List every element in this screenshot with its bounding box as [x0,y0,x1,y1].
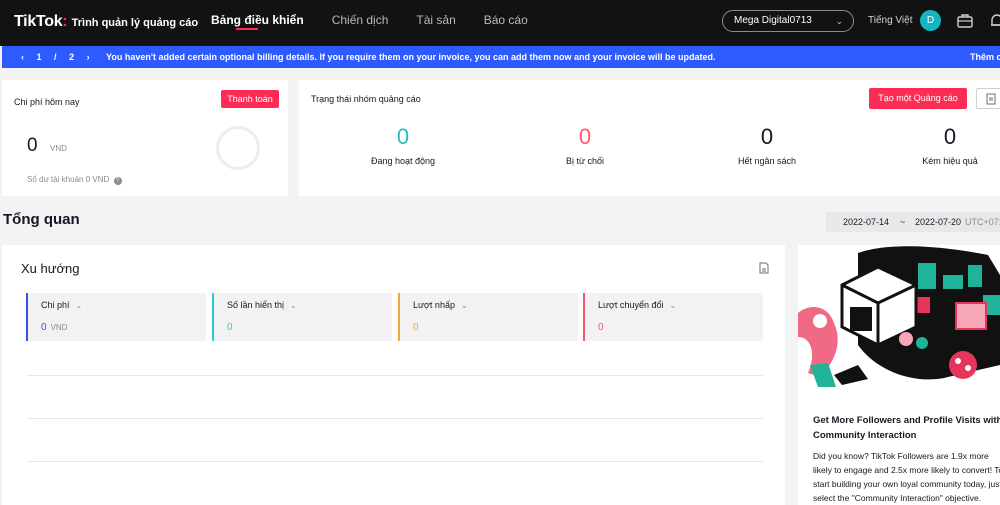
nav-assets[interactable]: Tài sản [416,0,455,46]
metric-impressions-value: 0 [227,322,233,333]
status-underperforming-count: 0 [943,124,957,149]
brand-name: TikTok [14,13,63,30]
today-cost-unit: VND [50,144,67,153]
chevron-down-icon: ⌄ [460,301,468,310]
status-out-of-budget[interactable]: 0 Hết ngân sách [707,124,827,166]
top-navigation-bar: TikTok : Trình quản lý quảng cáo Bảng đi… [0,0,1000,46]
metric-cost-number: 0 [41,322,47,333]
overview-title: Tổng quan [3,211,80,228]
trend-card: Xu hướng Chi phí ⌄ 0 VND Số lần hiển thị ⌄ … [2,245,785,505]
language-selector[interactable]: Tiếng Việt [868,15,912,26]
chevron-left-icon[interactable]: ‹ [21,52,24,62]
banner-pager: ‹ 1 / 2 › [16,46,95,68]
account-selector[interactable]: Mega Digital0713 ⌄ [722,10,854,32]
date-end: 2022-07-20 [915,217,962,227]
notification-bell-icon[interactable] [988,12,1000,30]
status-rejected-label: Bị từ chối [565,156,605,166]
status-rejected[interactable]: 0 Bị từ chối [525,124,645,166]
briefcase-icon[interactable] [956,12,974,30]
metric-impressions-name: Số lần hiển thị [227,300,285,310]
status-active-count: 0 [396,124,410,149]
page-total: 2 [69,52,75,62]
metric-clicks-name: Lượt nhấp [413,300,455,310]
create-ad-button[interactable]: Tạo một Quảng cáo [869,88,967,109]
billing-notice-banner: ‹ 1 / 2 › You haven't added certain opti… [2,46,1000,68]
metric-clicks[interactable]: Lượt nhấp ⌄ 0 [398,293,578,341]
status-out-of-budget-count: 0 [760,124,774,149]
promo-illustration [798,245,1000,390]
timezone: UTC+07:0 [965,217,1000,227]
status-out-of-budget-label: Hết ngân sách [737,156,797,166]
main-nav: Bảng điều khiển Chiến dịch Tài sản Báo c… [211,0,556,46]
date-separator: ~ [900,217,906,227]
community-illustration [798,245,1000,390]
download-report-icon[interactable] [758,262,770,274]
account-balance-text: Số dư tài khoản 0 VND [27,175,110,184]
brand-subtitle: Trình quản lý quảng cáo [71,17,199,29]
status-active-label: Đang hoạt động [370,156,436,166]
ad-group-status-title: Trạng thái nhóm quảng cáo [311,94,421,104]
pay-button[interactable]: Thanh toán [221,90,279,108]
banner-message: You haven't added certain optional billi… [106,52,716,62]
metric-impressions[interactable]: Số lần hiển thị ⌄ 0 [212,293,392,341]
chevron-right-icon[interactable]: › [87,52,90,62]
avatar[interactable]: D [920,10,941,31]
status-underperforming-label: Kém hiệu quả [922,156,978,166]
page-current: 1 [36,52,42,62]
metric-cost[interactable]: Chi phí ⌄ 0 VND [26,293,206,341]
metric-cost-unit: VND [50,323,68,332]
nav-campaigns[interactable]: Chiến dịch [332,0,389,46]
promo-body: Did you know? TikTok Followers are 1.9x … [813,451,1000,503]
today-cost-value: 0 [27,135,38,156]
brand-dot: : [62,13,68,30]
status-active[interactable]: 0 Đang hoạt động [343,124,463,166]
help-icon[interactable]: ? [113,177,122,185]
banner-add-link[interactable]: Thêm ch [970,46,1000,68]
metric-conversions-name: Lượt chuyển đổi [598,300,664,310]
spend-donut-chart [216,126,260,170]
chart-gridline [27,418,763,419]
trend-title: Xu hướng [21,261,80,276]
status-underperforming[interactable]: 0 Kém hiệu quả [890,124,1000,166]
promo-card[interactable]: Get More Followers and Profile Visits wi… [798,245,1000,505]
account-balance: Số dư tài khoản 0 VND ? [27,175,122,185]
chevron-down-icon: ⌄ [835,16,843,26]
page-separator: / [54,52,57,62]
metric-clicks-value: 0 [413,322,419,333]
chevron-down-icon: ⌄ [75,301,83,310]
metric-conversions[interactable]: Lượt chuyển đổi ⌄ 0 [583,293,763,341]
ad-group-status-card: Trạng thái nhóm quảng cáo Tạo một Quảng … [299,80,1000,196]
brand-logo[interactable]: TikTok : Trình quản lý quảng cáo [14,13,198,31]
metric-cost-label: Chi phí ⌄ [41,300,82,310]
date-start: 2022-07-14 [843,217,890,227]
metric-clicks-label: Lượt nhấp ⌄ [413,300,468,310]
chevron-down-icon: ⌄ [290,301,297,310]
chart-gridline [27,461,763,462]
export-button[interactable] [976,88,1000,109]
metric-cost-name: Chi phí [41,300,70,310]
nav-dashboard[interactable]: Bảng điều khiển [211,0,304,46]
today-cost-title: Chi phí hôm nay [14,97,80,107]
document-icon [986,93,996,105]
status-rejected-count: 0 [578,124,592,149]
promo-title: Get More Followers and Profile Visits wi… [813,415,1000,441]
metric-conversions-label: Lượt chuyển đổi ⌄ [598,300,676,310]
chart-gridline [27,375,763,376]
metric-conversions-value: 0 [598,322,604,333]
date-range-picker[interactable]: 2022-07-14 ~ 2022-07-20 UTC+07:0 [826,212,1000,232]
account-name: Mega Digital0713 [734,15,812,26]
chevron-down-icon: ⌄ [669,301,677,310]
nav-reports[interactable]: Báo cáo [484,0,528,46]
metric-impressions-label: Số lần hiển thị ⌄ [227,300,297,310]
metric-cost-value: 0 VND [41,322,67,333]
